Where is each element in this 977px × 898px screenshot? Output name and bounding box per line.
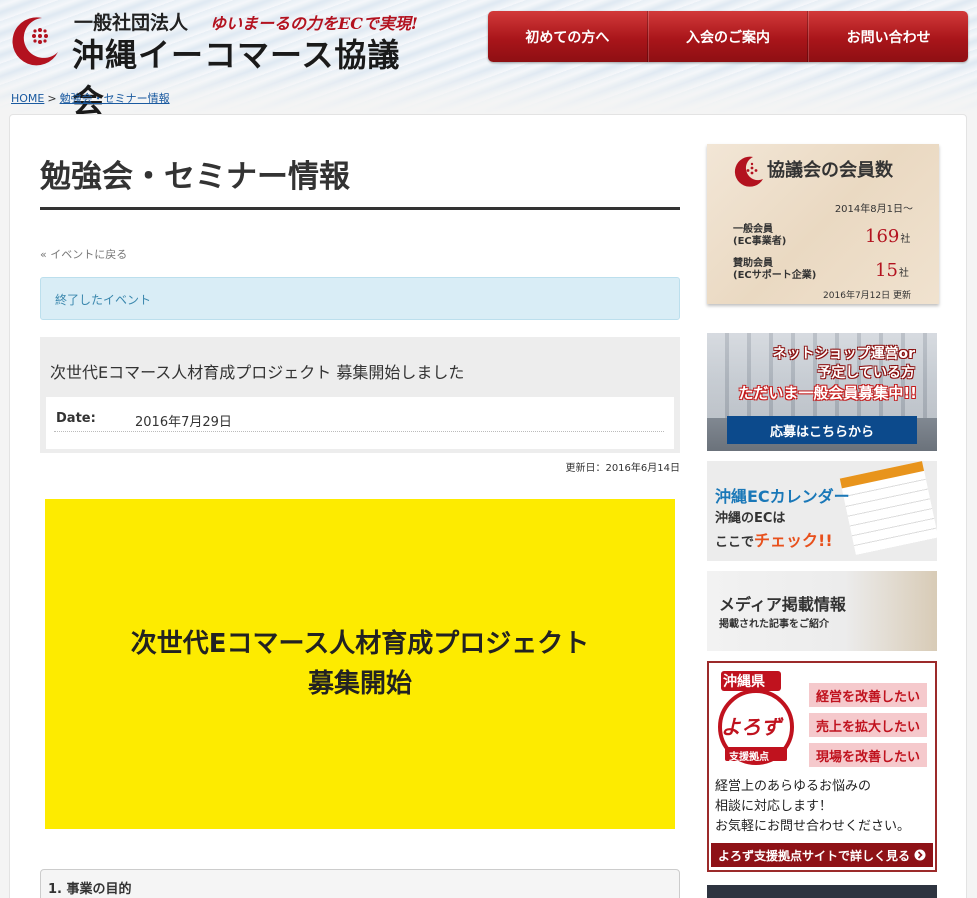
yorozu-cta-button[interactable]: よろず支援拠点サイトで詳しく見る xyxy=(711,843,933,867)
updated-date: 更新日：2016年6月14日 xyxy=(565,463,680,474)
join-banner[interactable]: ネットショップ運営or 予定している方 ただいま一般会員募集中!! 応募はこちら… xyxy=(707,333,937,451)
breadcrumb-home-link[interactable]: HOME xyxy=(11,92,44,105)
yorozu-badge-main: よろず xyxy=(721,715,781,739)
calendar-banner-title: 沖縄ECカレンダー xyxy=(715,487,850,506)
date-label: Date: xyxy=(56,411,96,426)
yorozu-body-1: 経営上のあらゆるお悩みの xyxy=(715,779,872,794)
site-logo[interactable]: 一般社団法人 ゆいまーるの力をECで実現! 沖縄イーコマース協議会 xyxy=(6,8,426,120)
back-to-events-link[interactable]: « イベントに戻る xyxy=(40,246,127,262)
yorozu-badge-sub: 支援拠点 xyxy=(729,752,769,763)
support-member-count-value: 15 xyxy=(875,260,898,281)
general-member-label-1: 一般会員 xyxy=(733,224,773,235)
yorozu-pill-3: 現場を改善したい xyxy=(809,743,927,767)
join-banner-line-2: 予定している方 xyxy=(817,365,915,381)
nav-contact[interactable]: お問い合わせ xyxy=(808,11,968,62)
event-meta: Date: 2016年7月29日 xyxy=(46,397,674,449)
event-ended-notice: 終了したイベント xyxy=(40,277,680,320)
member-count-updated: 2016年7月12日 更新 xyxy=(823,291,911,301)
general-member-label-2: (EC事業者) xyxy=(733,236,787,247)
member-count-date: 2014年8月1日～ xyxy=(834,204,913,215)
nav-membership[interactable]: 入会のご案内 xyxy=(647,11,809,62)
join-banner-line-1: ネットショップ運営or xyxy=(772,346,915,362)
event-summary: 次世代Eコマース人材育成プロジェクト 募集開始しました Date: 2016年7… xyxy=(40,337,680,453)
date-divider xyxy=(54,431,664,432)
org-name: 沖縄イーコマース協議会 xyxy=(72,36,401,120)
calendar-banner-line-2: 沖縄のECは xyxy=(715,511,786,526)
nav-first-visit[interactable]: 初めての方へ xyxy=(488,11,648,62)
yorozu-pill-1: 経営を改善したい xyxy=(809,683,927,707)
breadcrumb-separator: > xyxy=(47,92,57,105)
support-member-unit: 社 xyxy=(898,268,909,279)
section-heading: 1. 事業の目的 xyxy=(40,869,680,898)
yorozu-body-3: お気軽にお問せ合わせください。 xyxy=(715,819,911,834)
member-count-panel: 協議会の会員数 2014年8月1日～ 一般会員 (EC事業者) 169社 賛助会… xyxy=(707,144,939,304)
logo-mark-icon xyxy=(12,17,58,66)
crescent-logo-icon xyxy=(734,156,763,187)
support-member-label-1: 賛助会員 xyxy=(733,258,773,269)
yorozu-badge-top: 沖縄県 xyxy=(723,674,765,690)
join-banner-line-3: ただいま一般会員募集中!! xyxy=(738,384,917,402)
yorozu-body-2: 相談に対応します！ xyxy=(715,799,833,814)
general-member-unit: 社 xyxy=(900,234,911,245)
arrow-right-circle-icon xyxy=(914,849,926,861)
media-banner-subtitle: 掲載された記事をご紹介 xyxy=(719,619,829,630)
page-title: 勉強会・セミナー情報 xyxy=(40,159,350,195)
support-member-label: 賛助会員 (ECサポート企業) xyxy=(733,258,816,282)
general-member-label: 一般会員 (EC事業者) xyxy=(733,224,786,248)
event-banner: 次世代Eコマース人材育成プロジェクト 募集開始 xyxy=(45,499,675,829)
calendar-banner-line-3b: チェック!! xyxy=(754,531,833,550)
general-member-count: 169社 xyxy=(865,226,910,247)
yorozu-cta-label: よろず支援拠点サイトで詳しく見る xyxy=(717,848,910,863)
media-banner[interactable]: メディア掲載情報 掲載された記事をご紹介 xyxy=(707,571,937,651)
date-value: 2016年7月29日 xyxy=(135,415,232,430)
next-banner[interactable] xyxy=(707,885,937,898)
global-nav: 初めての方へ 入会のご案内 お問い合わせ xyxy=(488,11,968,62)
breadcrumb: HOME > 勉強会・セミナー情報 xyxy=(11,90,170,106)
calendar-banner[interactable]: 沖縄ECカレンダー 沖縄のECは ここでチェック!! xyxy=(707,461,937,561)
calendar-banner-line-3: ここでチェック!! xyxy=(715,527,833,551)
title-divider xyxy=(40,207,680,210)
support-member-count: 15社 xyxy=(875,260,909,281)
yorozu-banner[interactable]: 沖縄県 よろず 支援拠点 経営を改善したい 売上を拡大したい 現場を改善したい … xyxy=(707,661,937,872)
banner-line-1: 次世代Eコマース人材育成プロジェクト xyxy=(130,629,590,659)
support-member-label-2: (ECサポート企業) xyxy=(733,270,817,281)
breadcrumb-current-link[interactable]: 勉強会・セミナー情報 xyxy=(60,92,170,105)
general-member-count-value: 169 xyxy=(865,226,900,247)
calendar-banner-line-3a: ここで xyxy=(715,535,755,550)
yorozu-pill-2: 売上を拡大したい xyxy=(809,713,927,737)
content-container: 勉強会・セミナー情報 « イベントに戻る 終了したイベント 次世代Eコマース人材… xyxy=(9,114,967,898)
apply-button[interactable]: 応募はこちらから xyxy=(727,416,917,444)
calendar-icon xyxy=(839,461,937,555)
media-banner-title: メディア掲載情報 xyxy=(719,595,846,614)
banner-line-2: 募集開始 xyxy=(307,669,412,699)
member-count-title: 協議会の会員数 xyxy=(767,160,893,181)
event-title: 次世代Eコマース人材育成プロジェクト 募集開始しました xyxy=(50,363,465,382)
